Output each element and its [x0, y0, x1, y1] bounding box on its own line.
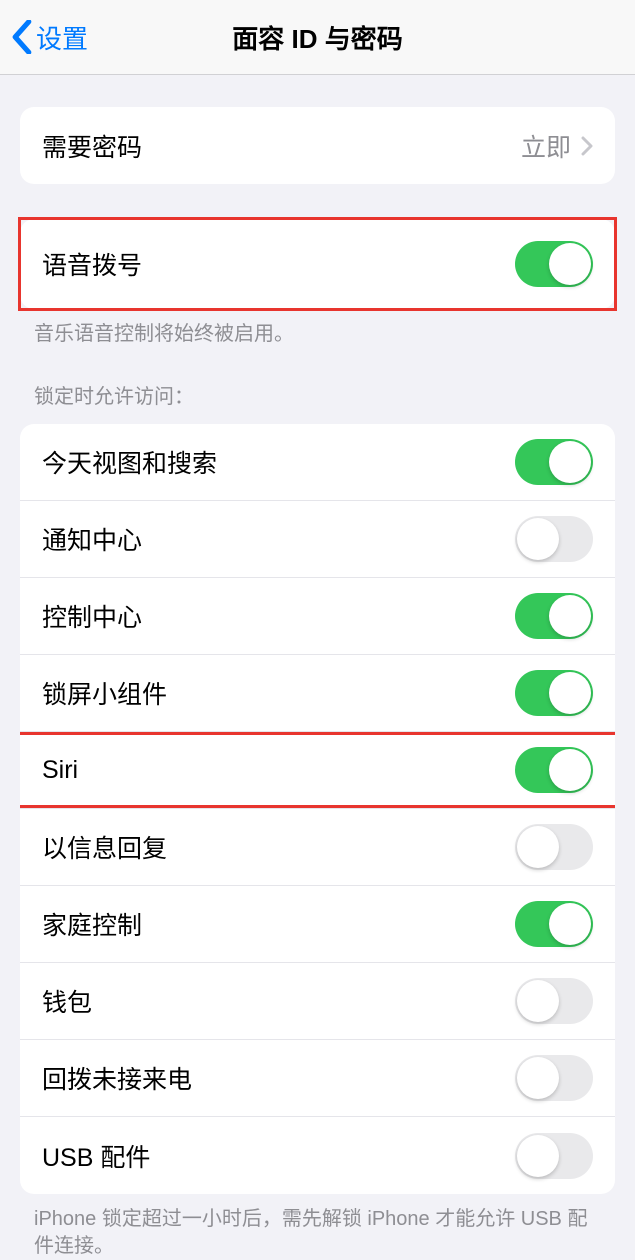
lock-access-label: USB 配件 — [42, 1138, 515, 1174]
lock-access-label: 控制中心 — [42, 598, 515, 634]
lock-access-row: 回拨未接来电 — [20, 1040, 615, 1117]
voice-dial-row: 语音拨号 — [20, 219, 615, 309]
back-button[interactable]: 设置 — [10, 19, 88, 56]
navigation-bar: 设置 面容 ID 与密码 — [0, 0, 635, 75]
lock-access-row: 控制中心 — [20, 578, 615, 655]
voice-dial-group: 语音拨号 — [20, 219, 615, 309]
lock-access-switch[interactable] — [515, 1133, 593, 1179]
lock-access-switch[interactable] — [515, 516, 593, 562]
settings-content: 需要密码 立即 语音拨号 音乐语音控制将始终被启用。 锁定时允许访问： 今天视图… — [0, 107, 635, 1260]
lock-access-switch[interactable] — [515, 593, 593, 639]
lock-access-label: 锁屏小组件 — [42, 675, 515, 711]
lock-access-switch[interactable] — [515, 747, 593, 793]
lock-access-switch[interactable] — [515, 978, 593, 1024]
lock-access-label: Siri — [42, 756, 515, 785]
require-passcode-group: 需要密码 立即 — [20, 107, 615, 184]
chevron-left-icon — [10, 20, 34, 54]
chevron-right-icon — [581, 136, 593, 156]
voice-dial-footer: 音乐语音控制将始终被启用。 — [0, 309, 635, 348]
lock-access-label: 以信息回复 — [42, 829, 515, 865]
voice-dial-switch[interactable] — [515, 241, 593, 287]
lock-access-switch[interactable] — [515, 670, 593, 716]
lock-access-switch[interactable] — [515, 439, 593, 485]
back-label: 设置 — [36, 19, 88, 56]
lock-access-label: 通知中心 — [42, 521, 515, 557]
lock-access-switch[interactable] — [515, 824, 593, 870]
voice-dial-label: 语音拨号 — [42, 246, 515, 282]
lock-access-label: 家庭控制 — [42, 906, 515, 942]
lock-access-group: 今天视图和搜索通知中心控制中心锁屏小组件 Siri 以信息回复家庭控制钱包回拨未接来… — [20, 424, 615, 1194]
lock-access-switch[interactable] — [515, 901, 593, 947]
require-passcode-label: 需要密码 — [42, 128, 521, 164]
require-passcode-row[interactable]: 需要密码 立即 — [20, 107, 615, 184]
page-title: 面容 ID 与密码 — [232, 19, 402, 56]
lock-access-header: 锁定时允许访问： — [0, 380, 635, 417]
lock-access-row: 钱包 — [20, 963, 615, 1040]
lock-access-row: Siri — [20, 732, 615, 809]
lock-access-row: 以信息回复 — [20, 809, 615, 886]
lock-access-row: 通知中心 — [20, 501, 615, 578]
lock-access-label: 今天视图和搜索 — [42, 444, 515, 480]
voice-dial-group-wrapper: 语音拨号 — [20, 219, 615, 309]
lock-access-row: 家庭控制 — [20, 886, 615, 963]
lock-access-label: 回拨未接来电 — [42, 1060, 515, 1096]
lock-access-row: 今天视图和搜索 — [20, 424, 615, 501]
lock-access-footer: iPhone 锁定超过一小时后，需先解锁 iPhone 才能允许 USB 配件连… — [0, 1194, 635, 1260]
lock-access-row: 锁屏小组件 — [20, 655, 615, 732]
require-passcode-value: 立即 — [521, 128, 571, 164]
lock-access-row: USB 配件 — [20, 1117, 615, 1194]
lock-access-label: 钱包 — [42, 983, 515, 1019]
lock-access-switch[interactable] — [515, 1055, 593, 1101]
